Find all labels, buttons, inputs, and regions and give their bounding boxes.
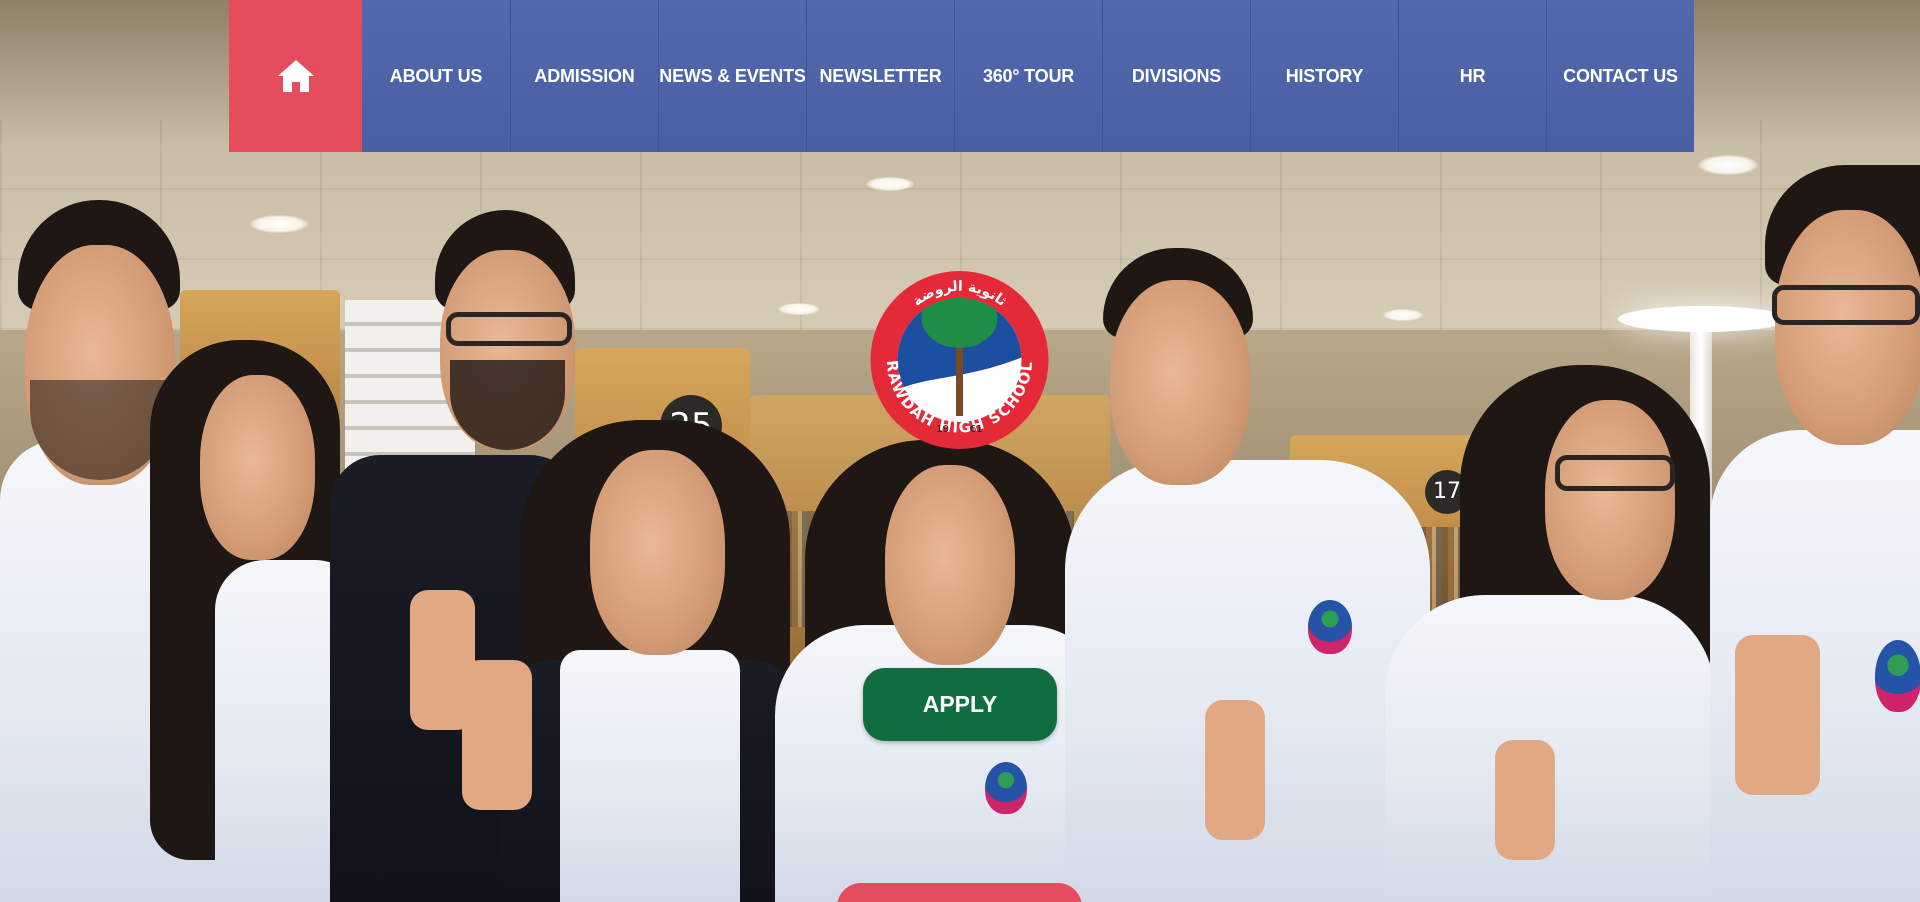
logo-year-right: 61 [970,424,983,435]
nav-item-hr[interactable]: HR [1398,0,1546,152]
ceiling-light [1698,155,1758,175]
nav-menu: ABOUT US ADMISSION NEWS & EVENTS NEWSLET… [362,0,1694,152]
secondary-cta-button[interactable] [837,883,1082,902]
ceiling-light [778,303,820,315]
home-icon [277,60,314,92]
nav-item-newsletter[interactable]: NEWSLETTER [806,0,954,152]
nav-item-admission[interactable]: ADMISSION [510,0,658,152]
nav-item-about-us[interactable]: ABOUT US [362,0,510,152]
logo-year-left: 19 [936,424,949,435]
ceiling-light [250,215,308,233]
main-navigation: ABOUT US ADMISSION NEWS & EVENTS NEWSLET… [229,0,1694,152]
lamp-disk [1618,306,1788,332]
nav-item-contact-us[interactable]: CONTACT US [1546,0,1694,152]
home-button[interactable] [229,0,362,152]
ceiling-light [866,177,914,191]
school-logo[interactable]: RAWDAH HIGH SCHOOL ثانوية الروضة 19 61 [869,262,1050,458]
nav-item-divisions[interactable]: DIVISIONS [1102,0,1250,152]
nav-item-360-tour[interactable]: 360° TOUR [954,0,1102,152]
apply-button[interactable]: APPLY [863,668,1057,741]
nav-item-news-events[interactable]: NEWS & EVENTS [658,0,806,152]
nav-item-history[interactable]: HISTORY [1250,0,1398,152]
ceiling-light [1383,309,1423,321]
